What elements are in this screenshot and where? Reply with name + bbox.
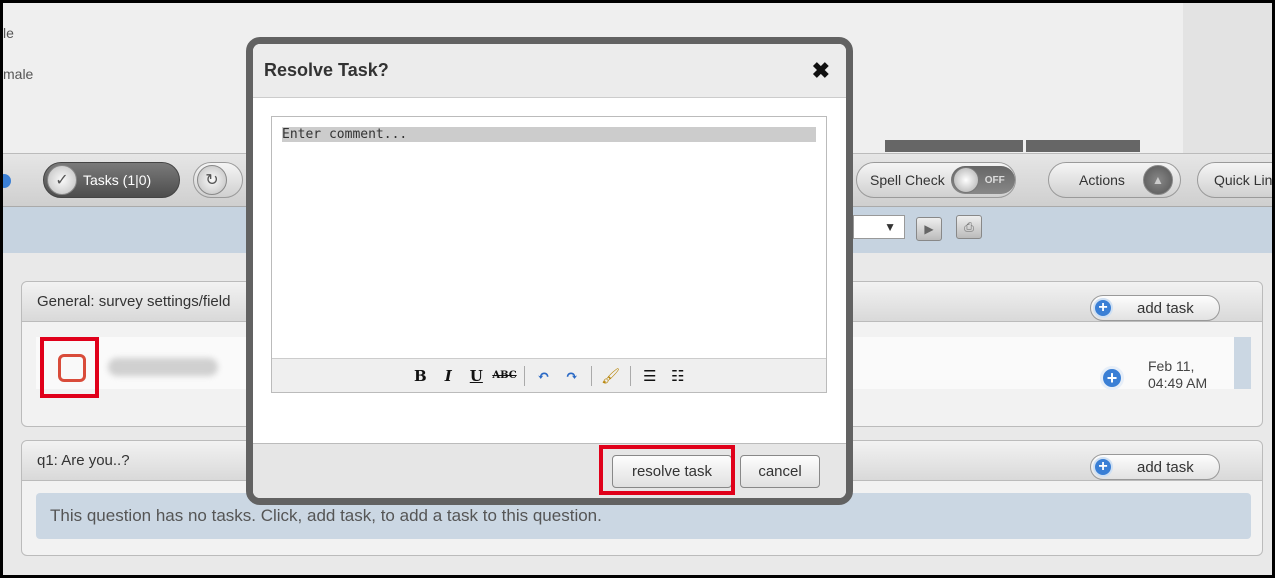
add-task-label: add task [1137,458,1194,476]
add-task-button[interactable]: + add task [1090,454,1220,480]
dialog-header: Resolve Task? ✖ [253,44,846,98]
spell-check-toggle[interactable]: Spell Check OFF [856,162,1016,198]
add-task-button[interactable]: + add task [1090,295,1220,321]
toolbar-separator [523,365,525,386]
task-date-line: Feb 11, [1148,358,1195,374]
add-task-label: add task [1137,299,1194,317]
play-icon: ▶ [924,222,934,236]
background-text-line: le [3,25,14,41]
highlight-box [599,445,735,495]
task-time-line: 04:49 AM [1148,375,1208,391]
triangle-up-icon: ▲ [1142,165,1173,195]
tasks-button[interactable]: ✓ Tasks (1|0) [43,162,180,198]
tools-button[interactable]: ↻ [193,162,243,198]
comment-editor: B I U ABC ↶ ↷ 🖌 ☰ ☷ [271,116,827,393]
plus-icon: + [1093,298,1113,318]
background-text-line: male [3,66,34,82]
bulleted-list-icon[interactable]: ☰ [638,364,662,388]
print-button[interactable]: ⎙ [956,215,982,239]
editor-toolbar: B I U ABC ↶ ↷ 🖌 ☰ ☷ [272,358,826,392]
filter-select[interactable]: ▼ [853,215,905,239]
toolbar-separator [629,365,631,386]
task-date: Feb 11, 04:49 AM [1148,358,1207,392]
underline-button[interactable]: U [464,364,488,388]
undo-icon[interactable]: ↶ [532,364,556,388]
status-dot-icon [3,174,11,188]
panel-title: q1: Are you..? [37,452,130,469]
background-side [1183,3,1272,153]
numbered-list-icon[interactable]: ☷ [666,364,690,388]
background-tab [1026,140,1140,152]
panel-title: General: survey settings/field [37,293,231,310]
close-icon[interactable]: ✖ [812,58,830,84]
toggle-knob [952,167,979,193]
redo-icon[interactable]: ↷ [560,364,584,388]
spell-check-label: Spell Check [870,172,945,188]
clear-format-brush-icon[interactable]: 🖌 [599,364,623,388]
background-tab [885,140,1023,152]
strikethrough-button[interactable]: ABC [492,364,516,388]
play-button[interactable]: ▶ [916,217,942,241]
task-reply-plus-icon[interactable]: + [1100,366,1124,390]
tasks-label: Tasks (1|0) [83,172,152,188]
toggle-state-label: OFF [984,174,1005,186]
highlight-box [40,337,99,398]
quick-links-label: Quick Lin [1214,172,1273,188]
wrench-icon: ↻ [197,165,227,195]
italic-button[interactable]: I [436,364,460,388]
checkmark-icon: ✓ [47,165,77,195]
resolve-task-dialog: Resolve Task? ✖ B I U ABC ↶ ↷ 🖌 ☰ ☷ reso… [246,37,853,505]
toolbar-separator [590,365,592,386]
bold-button[interactable]: B [408,364,432,388]
toggle-switch[interactable]: OFF [950,166,1015,194]
screen-frame: le male ✓ Tasks (1|0) ↻ Spell Check OFF … [0,0,1275,578]
dialog-footer: resolve task cancel [253,443,846,498]
actions-label: Actions [1079,172,1125,188]
cancel-button[interactable]: cancel [740,455,820,488]
comment-input[interactable] [272,117,826,358]
print-icon: ⎙ [964,219,974,234]
quick-links-button[interactable]: Quick Lin [1197,162,1273,198]
plus-icon: + [1093,457,1113,477]
dialog-title: Resolve Task? [264,60,389,80]
task-assignee-blurred [108,358,218,376]
actions-button[interactable]: Actions ▲ [1048,162,1181,198]
